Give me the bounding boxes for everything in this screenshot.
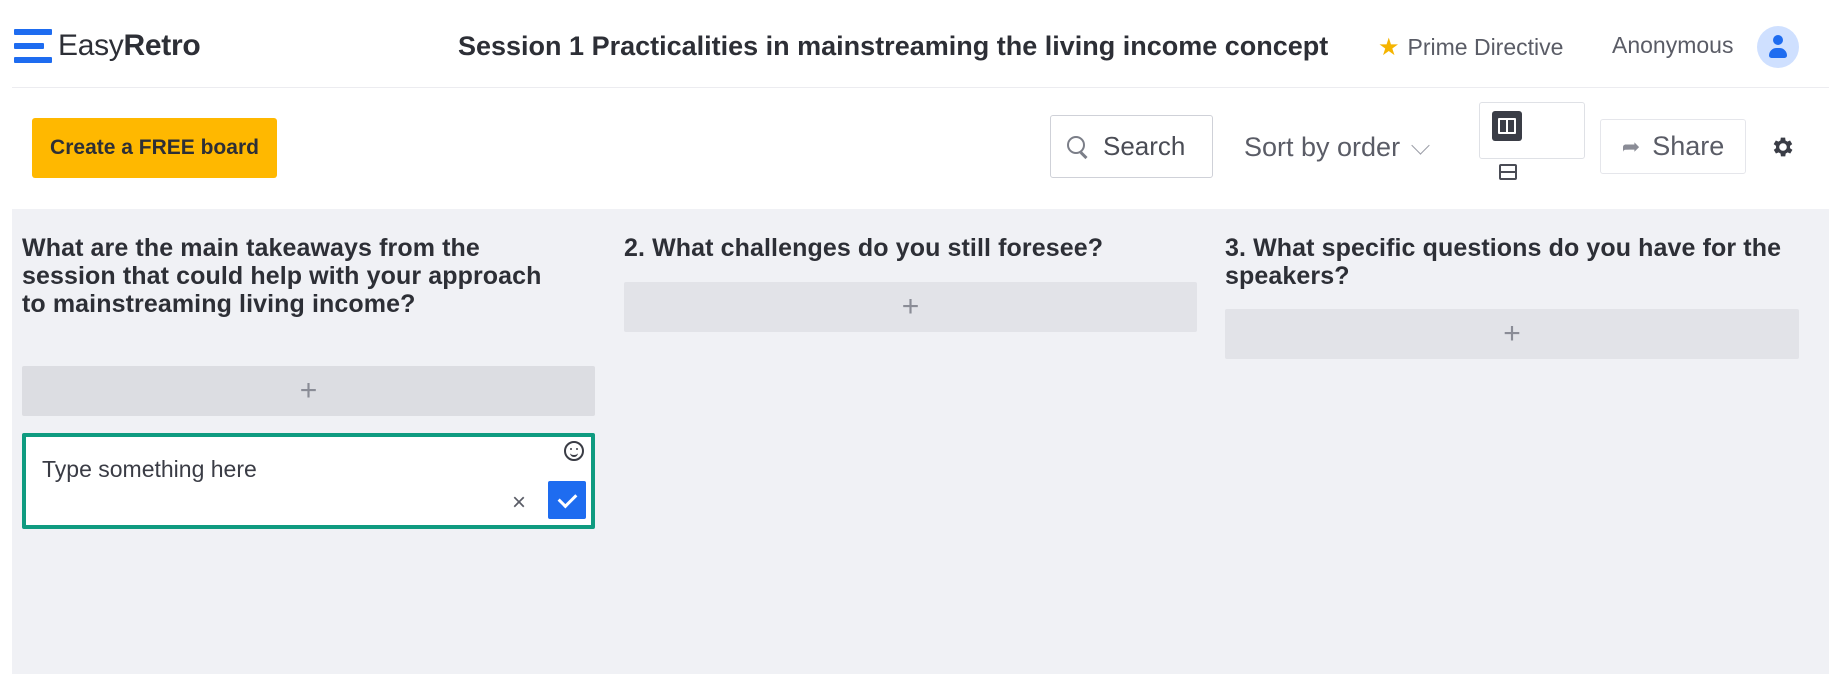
column-title: 3. What specific questions do you have f… [1225, 234, 1782, 290]
board-toolbar: Create a FREE board Search Sort by order… [0, 88, 1829, 209]
sort-label: Sort by order [1244, 132, 1401, 162]
menu-logo-icon [14, 28, 52, 64]
user-name[interactable]: Anonymous [1612, 32, 1733, 59]
columns-layout-icon[interactable] [1492, 111, 1522, 141]
search-button[interactable]: Search [1050, 115, 1213, 178]
share-button[interactable]: ➦ Share [1600, 119, 1746, 174]
add-card-button[interactable]: + [22, 366, 595, 416]
avatar[interactable] [1757, 26, 1799, 68]
prime-directive-link[interactable]: ★ Prime Directive [1378, 33, 1563, 62]
user-icon [1773, 35, 1783, 45]
column-title: What are the main takeaways from the ses… [22, 234, 542, 318]
logo-text: EasyRetro [58, 29, 201, 62]
chevron-down-icon [1411, 136, 1430, 155]
top-bar: EasyRetro Session 1 Practicalities in ma… [0, 0, 1829, 88]
add-card-button[interactable]: + [624, 282, 1197, 332]
share-arrow-icon: ➦ [1621, 133, 1641, 159]
sort-dropdown[interactable]: Sort by order [1244, 132, 1430, 163]
card-text-input[interactable]: Type something here [42, 456, 257, 483]
search-icon [1065, 134, 1091, 160]
create-free-board-button[interactable]: Create a FREE board [32, 118, 277, 178]
easyretro-logo[interactable]: EasyRetro [14, 28, 201, 64]
share-label: Share [1652, 131, 1725, 161]
column-title: 2. What challenges do you still foresee? [624, 234, 1104, 262]
add-card-button[interactable]: + [1225, 309, 1799, 359]
card-editor[interactable]: Type something here × [22, 433, 595, 529]
layout-toggle[interactable] [1479, 102, 1585, 159]
save-button[interactable] [548, 481, 586, 519]
board-area: What are the main takeaways from the ses… [12, 209, 1829, 674]
prime-directive-label: Prime Directive [1407, 34, 1564, 60]
cancel-button[interactable]: × [512, 489, 526, 517]
rows-layout-icon[interactable] [1499, 164, 1517, 180]
gear-icon[interactable] [1770, 134, 1796, 160]
board-title: Session 1 Practicalities in mainstreamin… [458, 31, 1329, 61]
star-icon: ★ [1378, 34, 1400, 61]
check-icon [557, 488, 577, 508]
search-label: Search [1103, 131, 1186, 161]
emoji-icon[interactable] [564, 441, 584, 461]
